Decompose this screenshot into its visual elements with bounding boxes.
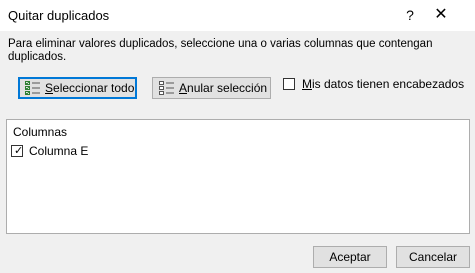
list-item[interactable]: ✓ Columna E <box>11 144 88 158</box>
accept-button[interactable]: Aceptar <box>313 246 387 268</box>
unselect-all-button[interactable]: Anular selección <box>152 77 271 99</box>
headers-checkbox-label: Mis datos tienen encabezados <box>302 77 465 91</box>
column-e-checkbox[interactable]: ✓ <box>11 145 23 157</box>
headers-checkbox-row[interactable]: Mis datos tienen encabezados <box>283 76 464 92</box>
columns-list-header: Columnas <box>13 125 68 139</box>
select-all-button[interactable]: Seleccionar todo <box>18 77 137 99</box>
unselect-all-icon <box>159 81 174 95</box>
select-all-label: Seleccionar todo <box>45 81 135 95</box>
close-button[interactable]: ✕ <box>430 3 452 27</box>
check-mark-icon: ✓ <box>14 145 24 157</box>
select-all-icon <box>25 81 40 95</box>
instructions-text: Para eliminar valores duplicados, selecc… <box>8 38 433 63</box>
columns-list[interactable]: Columnas ✓ Columna E <box>6 119 470 234</box>
cancel-button[interactable]: Cancelar <box>396 246 470 268</box>
title-bar: Quitar duplicados ? ✕ <box>0 0 475 31</box>
unselect-all-label: Anular selección <box>179 81 268 95</box>
dialog-title: Quitar duplicados <box>8 8 110 23</box>
column-e-label: Columna E <box>29 144 89 158</box>
help-button[interactable]: ? <box>400 3 420 27</box>
headers-checkbox[interactable] <box>283 78 295 90</box>
